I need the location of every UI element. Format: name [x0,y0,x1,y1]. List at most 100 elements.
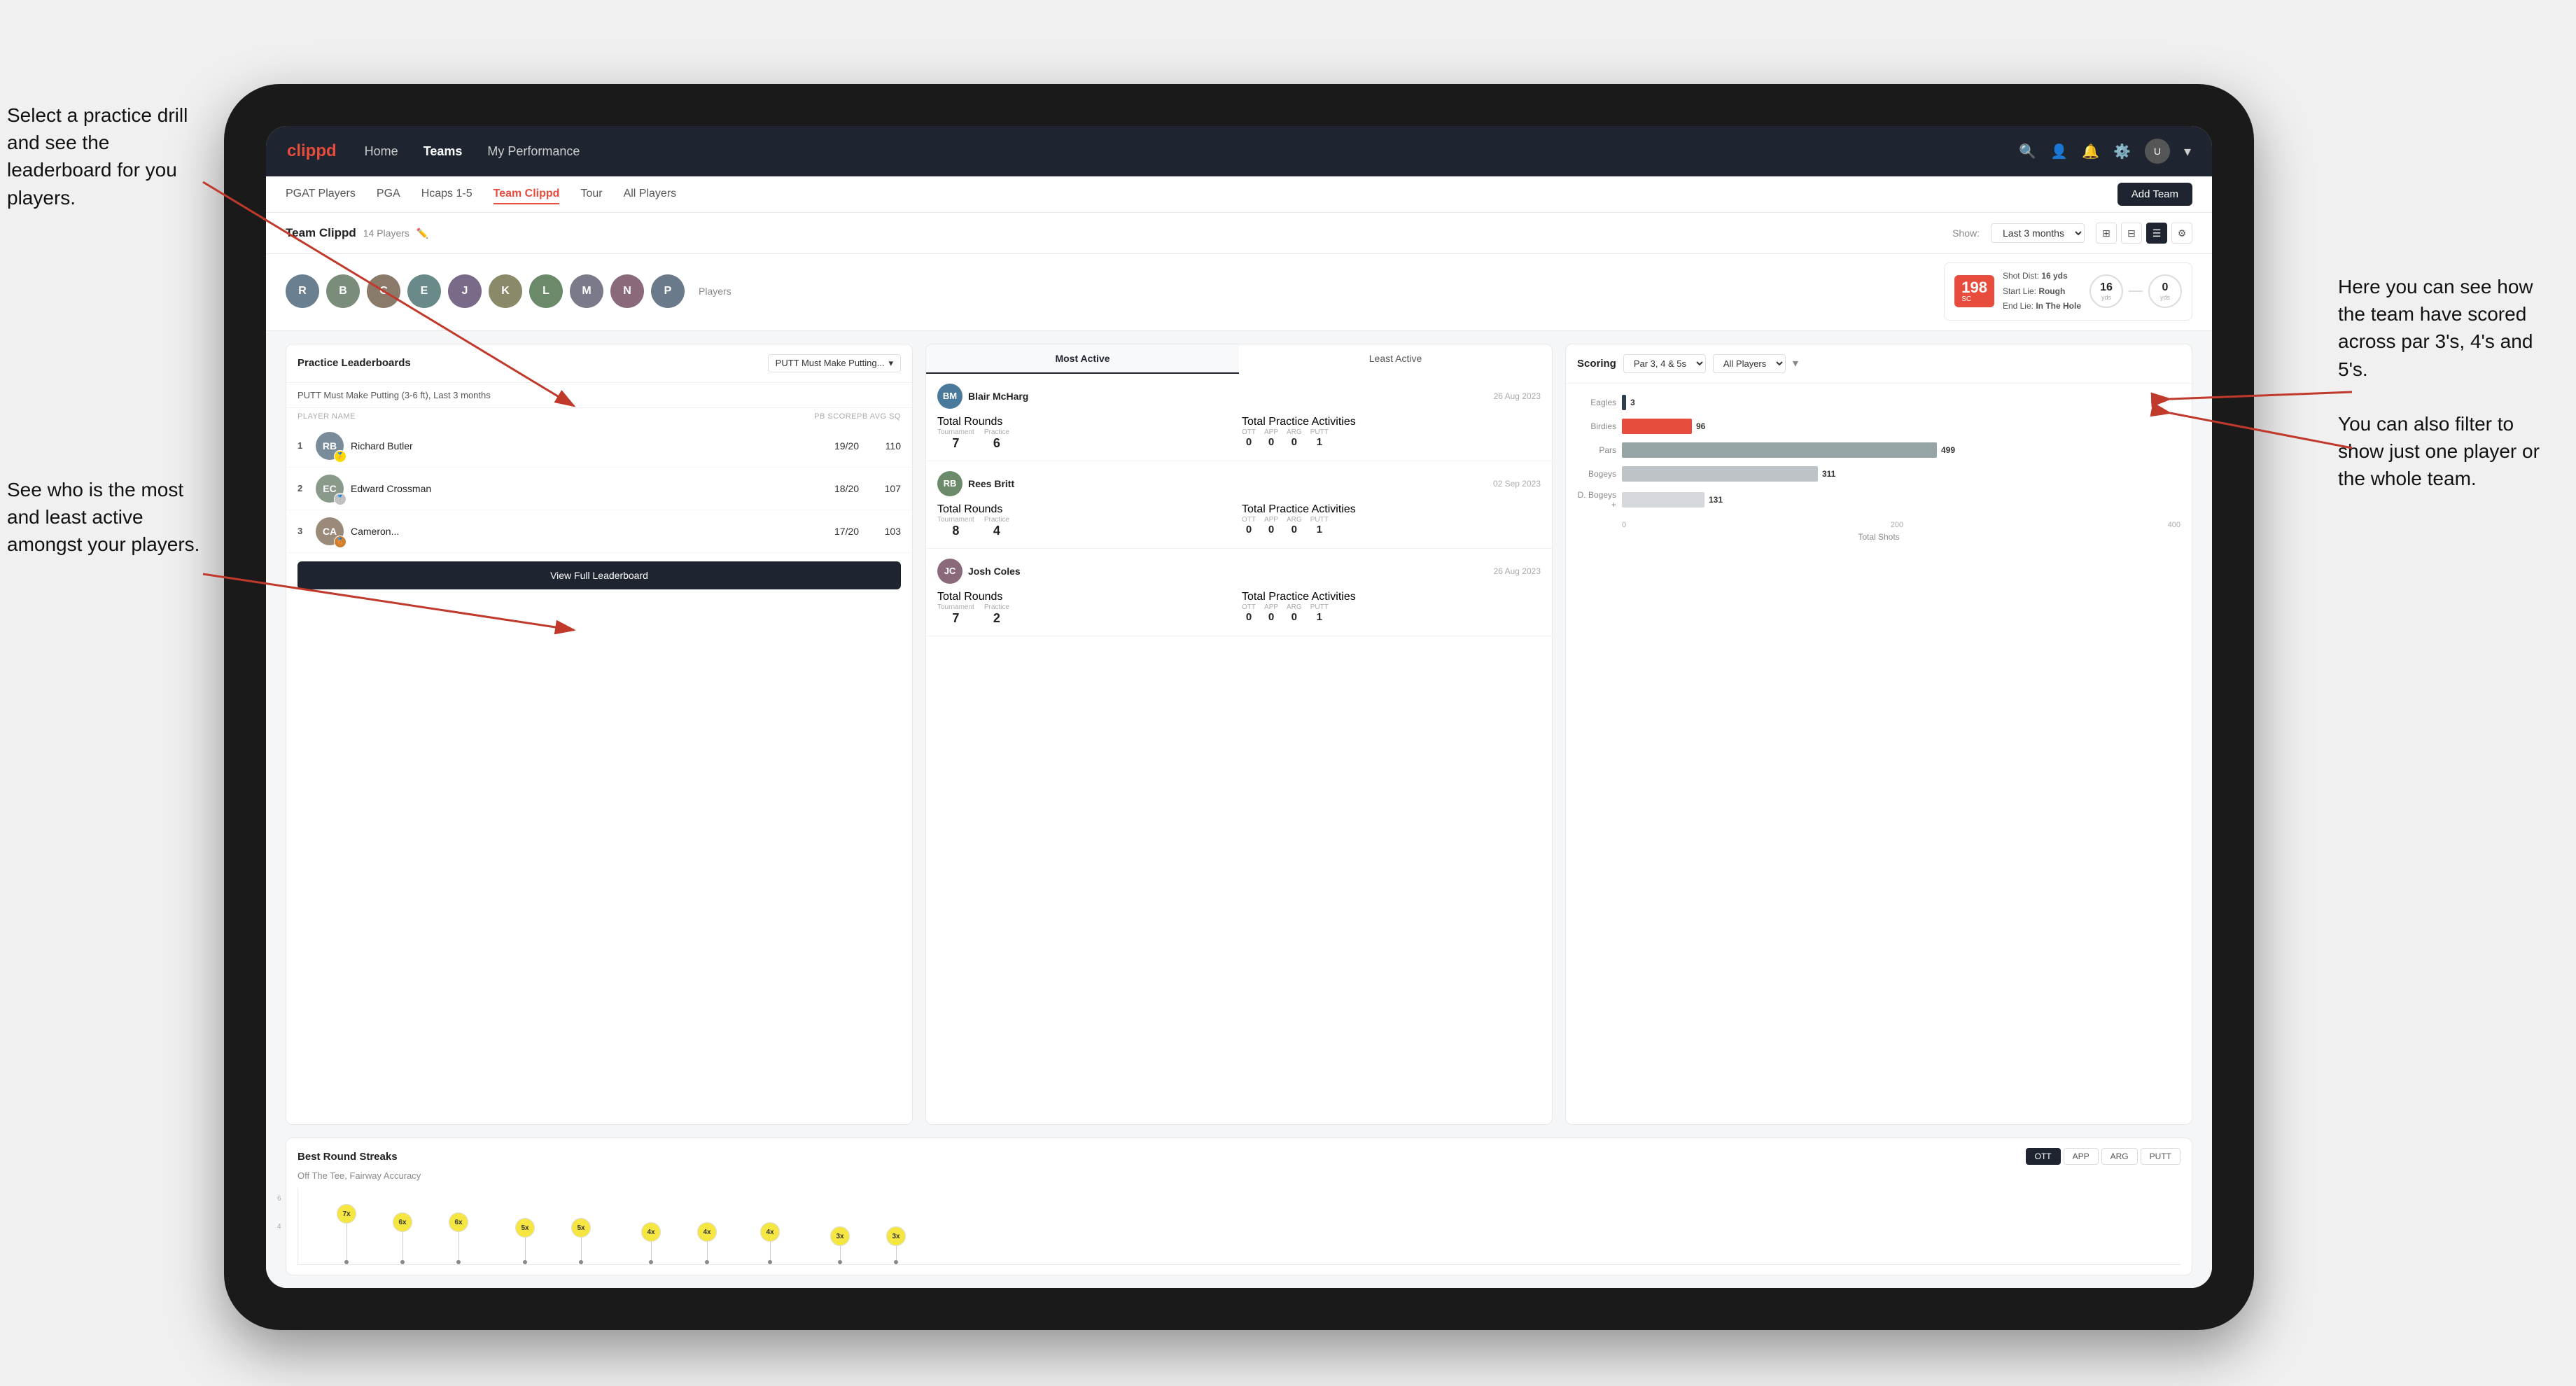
pa-app-3: APP 0 [1264,603,1278,624]
lb-avg-3: 103 [876,526,901,537]
chart-row-eagles: Eagles 3 [1577,395,2180,410]
sub-nav-pga[interactable]: PGA [377,185,400,204]
streak-pin-5x-1: 5x [515,1218,535,1264]
scoring-chart: Eagles 3 Birdies 96 [1566,384,2192,559]
streak-filter-putt[interactable]: PUTT [2141,1148,2180,1165]
player-avatar-10[interactable]: P [651,274,685,308]
sub-nav-pgat[interactable]: PGAT Players [286,185,356,204]
view-icons: ⊞ ⊟ ☰ ⚙ [2096,223,2192,244]
player-avatar-5[interactable]: J [448,274,482,308]
player-avatar-6[interactable]: K [489,274,522,308]
chart-bar-container-dbogeys: 131 [1622,492,2180,507]
player-filter-select[interactable]: All Players [1713,354,1786,373]
view-full-leaderboard-button[interactable]: View Full Leaderboard [298,561,901,589]
shot-circles-group: 16 yds 0 yds [2090,274,2182,308]
tablet-frame: clippd Home Teams My Performance 🔍 👤 🔔 ⚙… [224,84,2254,1330]
view-icon-grid2[interactable]: ⊟ [2121,223,2142,244]
drill-selector[interactable]: PUTT Must Make Putting... ▾ [768,354,901,372]
streak-pin-label-4x-1: 4x [641,1222,661,1242]
team-name: Team Clippd [286,226,356,240]
par-filter-select[interactable]: Par 3, 4 & 5s [1623,354,1706,373]
streak-pin-label-6x-1: 6x [393,1212,412,1232]
tab-least-active[interactable]: Least Active [1239,344,1552,374]
main-content: Team Clippd 14 Players ✏️ Show: Last 3 m… [266,213,2212,1288]
sub-nav: PGAT Players PGA Hcaps 1-5 Team Clippd T… [266,176,2212,213]
chart-bar-container-eagles: 3 [1622,395,2180,410]
player-avatar-8[interactable]: M [570,274,603,308]
view-icon-settings[interactable]: ⚙ [2171,223,2192,244]
leaderboard-card: Practice Leaderboards PUTT Must Make Put… [286,344,913,1125]
streak-pin-line-7 [707,1242,708,1260]
pa-practice-stats-1: OTT 0 APP 0 ARG 0 [1242,428,1541,449]
player-avatar-4[interactable]: E [407,274,441,308]
streak-filter-ott[interactable]: OTT [2026,1148,2061,1165]
pa-stats-2: Total Rounds Tournament 8 Practice 4 [937,503,1541,538]
pa-date-1: 26 Aug 2023 [1494,391,1541,401]
pa-stats-1: Total Rounds Tournament 7 Practice 6 [937,416,1541,451]
streak-pin-dot-6 [649,1260,653,1264]
search-icon[interactable]: 🔍 [2019,143,2036,160]
user-avatar[interactable]: U [2145,139,2170,164]
pa-header-3: JC Josh Coles 26 Aug 2023 [937,559,1541,584]
show-label: Show: [1952,227,1980,239]
chart-label-bogeys: Bogeys [1577,469,1616,479]
tab-most-active[interactable]: Most Active [926,344,1239,374]
profile-icon[interactable]: 👤 [2050,143,2068,160]
settings-icon[interactable]: ⚙️ [2113,143,2131,160]
player-avatar-2[interactable]: B [326,274,360,308]
nav-link-performance[interactable]: My Performance [487,141,580,162]
streaks-subtitle: Off The Tee, Fairway Accuracy [298,1170,2180,1181]
streak-filter-app[interactable]: APP [2064,1148,2099,1165]
streak-pin-line-4 [525,1238,526,1260]
show-period-select[interactable]: Last 3 months [1991,223,2085,243]
content-grid: Practice Leaderboards PUTT Must Make Put… [266,331,2212,1138]
shot-distance-badge: 198 SC [1954,275,1994,307]
dropdown-icon[interactable]: ▾ [2184,143,2191,160]
leaderboard-player-1[interactable]: 1 RB 🥇 Richard Butler 19/20 110 [286,425,912,468]
pa-ott-2: OTT 0 [1242,516,1256,536]
pa-stat-row-1: Tournament 7 Practice 6 [937,428,1236,451]
sub-nav-hcaps[interactable]: Hcaps 1-5 [421,185,472,204]
pa-stat-row-3: Tournament 7 Practice 2 [937,603,1236,626]
pa-practice-2: Practice 4 [984,516,1009,538]
chart-label-eagles: Eagles [1577,398,1616,407]
pa-activities-group-2: Total Practice Activities OTT 0 APP 0 [1242,503,1541,538]
sub-nav-team-clippd[interactable]: Team Clippd [493,185,560,204]
pa-rounds-label-3: Total Rounds [937,591,1002,603]
streak-pin-line-5 [581,1238,582,1260]
chart-row-pars: Pars 499 [1577,442,2180,458]
col-avg-sq: PB AVG SQ [857,412,901,421]
view-icon-grid4[interactable]: ⊞ [2096,223,2117,244]
player-avatar-7[interactable]: L [529,274,563,308]
shot-info-card: 198 SC Shot Dist: 16 yds Start Lie: Roug… [1944,262,2192,321]
leaderboard-player-2[interactable]: 2 EC 🥈 Edward Crossman 18/20 107 [286,468,912,510]
streak-filter-arg[interactable]: ARG [2101,1148,2138,1165]
player-avatar-9[interactable]: N [610,274,644,308]
pa-practice-stats-3: OTT 0 APP 0 ARG 0 [1242,603,1541,624]
streak-pin-label-3x-1: 3x [830,1226,850,1246]
axis-400: 400 [2168,521,2180,529]
nav-icons: 🔍 👤 🔔 ⚙️ U ▾ [2019,139,2191,164]
nav-link-teams[interactable]: Teams [424,141,463,162]
view-icon-list[interactable]: ☰ [2146,223,2167,244]
pa-rounds-label-1: Total Rounds [937,416,1002,428]
lb-name-1: Richard Butler [351,440,827,451]
scoring-dropdown-icon[interactable]: ▾ [1793,356,1798,370]
sub-nav-all-players[interactable]: All Players [624,185,677,204]
streak-pin-dot-4 [523,1260,527,1264]
leaderboard-card-header: Practice Leaderboards PUTT Must Make Put… [286,344,912,383]
pa-ott-1: OTT 0 [1242,428,1256,449]
nav-link-home[interactable]: Home [365,141,398,162]
edit-icon[interactable]: ✏️ [416,227,428,239]
pa-practice-1: Practice 6 [984,428,1009,451]
streaks-chart: 6 4 7x 6x 6x [298,1188,2180,1265]
sub-nav-tour[interactable]: Tour [580,185,602,204]
bell-icon[interactable]: 🔔 [2082,143,2099,160]
streak-pin-label-5x-2: 5x [571,1218,591,1238]
player-avatar-1[interactable]: R [286,274,319,308]
pa-practice-stats-2: OTT 0 APP 0 ARG 0 [1242,516,1541,536]
player-avatar-3[interactable]: C [367,274,400,308]
leaderboard-player-3[interactable]: 3 CA 🥉 Cameron... 17/20 103 [286,510,912,553]
add-team-button[interactable]: Add Team [2118,183,2192,206]
team-player-count: 14 Players [363,227,410,239]
